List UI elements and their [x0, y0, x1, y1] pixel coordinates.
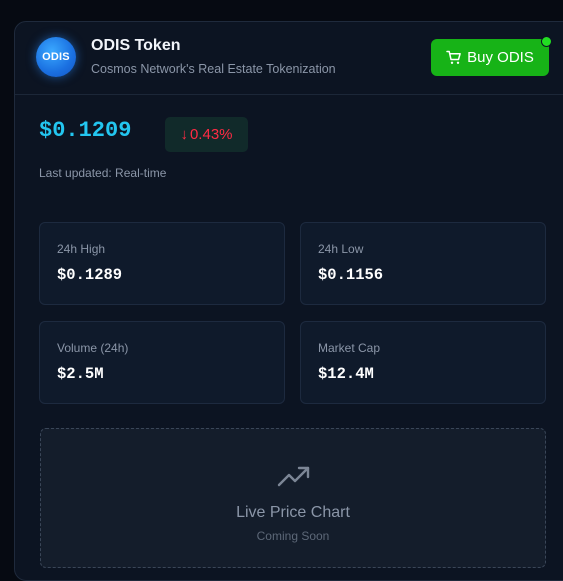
stat-value: $12.4M: [318, 365, 374, 383]
stat-value: $0.1289: [57, 266, 123, 284]
cart-icon: [446, 50, 462, 65]
price-chart-placeholder: Live Price Chart Coming Soon: [40, 428, 546, 568]
stat-value: $2.5M: [57, 365, 104, 383]
down-arrow-icon: ↓: [180, 126, 188, 143]
online-indicator: [541, 36, 552, 47]
last-updated: Last updated: Real-time: [39, 166, 167, 180]
stat-label: Volume (24h): [57, 341, 129, 355]
token-card: ODIS ODIS Token Cosmos Network's Real Es…: [14, 21, 563, 581]
token-logo-text: ODIS: [42, 51, 70, 63]
current-price: $0.1209: [39, 118, 132, 143]
price-change-percent: 0.43%: [189, 126, 233, 143]
price-change-badge: ↓ 0.43%: [165, 117, 248, 152]
buy-button[interactable]: Buy ODIS: [431, 36, 552, 76]
trending-up-icon: [277, 465, 311, 489]
stat-volume-24h: Volume (24h) $2.5M: [39, 321, 285, 404]
stat-label: 24h High: [57, 242, 106, 256]
buy-button-label: Buy ODIS: [467, 49, 534, 66]
token-logo: ODIS: [36, 37, 76, 77]
stat-24h-low: 24h Low $0.1156: [300, 222, 546, 305]
stat-24h-high: 24h High $0.1289: [39, 222, 285, 305]
token-name: ODIS Token: [91, 37, 181, 54]
token-header: ODIS ODIS Token Cosmos Network's Real Es…: [15, 22, 563, 95]
stat-label: 24h Low: [318, 242, 364, 256]
stat-value: $0.1156: [318, 266, 384, 284]
chart-subtitle: Coming Soon: [256, 529, 330, 543]
stat-label: Market Cap: [318, 341, 381, 355]
stat-market-cap: Market Cap $12.4M: [300, 321, 546, 404]
chart-title: Live Price Chart: [236, 504, 350, 521]
token-subtitle: Cosmos Network's Real Estate Tokenizatio…: [91, 62, 336, 76]
